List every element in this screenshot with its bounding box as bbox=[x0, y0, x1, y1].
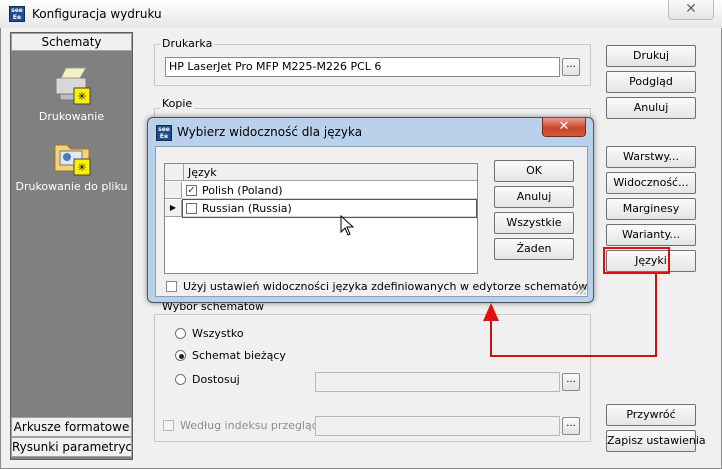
select-all-button[interactable]: Wszystkie bbox=[494, 212, 574, 234]
annotation-arrow-icon bbox=[483, 303, 499, 321]
window-title: Konfiguracja wydruku bbox=[32, 7, 162, 21]
review-index-field bbox=[315, 416, 560, 436]
annotation-line bbox=[490, 318, 492, 357]
printer-icon: ✳ bbox=[55, 67, 91, 105]
see-icon: see Ee bbox=[9, 6, 25, 22]
radio-wszystko-label: Wszystko bbox=[192, 327, 244, 340]
close-icon: ✕ bbox=[558, 119, 570, 134]
language-name: Polish (Poland) bbox=[202, 184, 283, 197]
sidebar-header-schematy[interactable]: Schematy bbox=[11, 33, 132, 51]
layers-button[interactable]: Warstwy... bbox=[606, 146, 696, 168]
annotation-line bbox=[655, 274, 657, 356]
preview-button[interactable]: Podgląd bbox=[606, 71, 696, 93]
column-header-jezyk[interactable]: Język bbox=[183, 164, 477, 181]
copies-group-label: Kopie bbox=[160, 97, 195, 110]
cancel-button[interactable]: Anuluj bbox=[606, 97, 696, 119]
variants-button[interactable]: Warianty... bbox=[606, 224, 696, 246]
language-name: Russian (Russia) bbox=[202, 202, 292, 215]
review-index-label: Według indeksu przeglądu bbox=[180, 419, 326, 432]
close-window-button[interactable]: ✕ bbox=[668, 0, 714, 20]
review-index-browse-button[interactable]: ... bbox=[562, 417, 580, 435]
close-icon: ✕ bbox=[685, 1, 697, 17]
see-icon: see Ee bbox=[156, 125, 172, 141]
sidebar-tab-arkusze-formatowe[interactable]: Arkusze formatowe bbox=[11, 417, 132, 437]
close-dialog-button[interactable]: ✕ bbox=[542, 118, 586, 137]
sidebar-item-drukowanie[interactable]: ✳ bbox=[52, 66, 94, 106]
radio-schemat-biezacy[interactable] bbox=[175, 350, 186, 361]
current-row-indicator-icon: ▶ bbox=[165, 200, 182, 217]
custom-schema-browse-button[interactable]: ... bbox=[562, 373, 580, 391]
sidebar-item-label: Drukowanie do pliku bbox=[15, 180, 128, 193]
print-button[interactable]: Drukuj bbox=[606, 45, 696, 67]
save-settings-button[interactable]: Zapisz ustawienia bbox=[606, 430, 706, 452]
annotation-line bbox=[490, 355, 657, 357]
print-to-file-icon: ✳ bbox=[54, 144, 91, 176]
annotation-highlight-box bbox=[603, 247, 670, 274]
visibility-button[interactable]: Widoczność... bbox=[606, 172, 696, 194]
language-checkbox-polish[interactable]: ✓ bbox=[186, 185, 197, 196]
svg-text:✳: ✳ bbox=[77, 161, 86, 174]
radio-schemat-biezacy-label: Schemat bieżący bbox=[192, 349, 286, 362]
svg-text:✳: ✳ bbox=[77, 90, 86, 103]
use-editor-visibility-label: Użyj ustawień widoczności języka zdefini… bbox=[183, 280, 588, 293]
radio-wszystko[interactable] bbox=[175, 328, 186, 339]
radio-dostosuj[interactable] bbox=[175, 374, 186, 385]
sidebar-tab-rysunki-parametryczne[interactable]: Rysunki parametryczne bbox=[11, 437, 132, 457]
check-icon: ✓ bbox=[187, 185, 196, 196]
printer-browse-button[interactable]: ... bbox=[562, 58, 580, 76]
ok-button[interactable]: OK bbox=[494, 160, 574, 182]
resize-grip-icon[interactable] bbox=[574, 283, 586, 295]
dialog-title: Wybierz widoczność dla języka bbox=[177, 125, 363, 139]
language-checkbox-russian[interactable] bbox=[186, 203, 197, 214]
use-editor-visibility-checkbox[interactable] bbox=[166, 281, 177, 292]
review-index-checkbox[interactable] bbox=[163, 420, 174, 431]
restore-button[interactable]: Przywróć bbox=[606, 404, 696, 426]
printer-group-label: Drukarka bbox=[160, 37, 215, 50]
sidebar-item-label: Drukowanie bbox=[38, 110, 105, 123]
select-none-button[interactable]: Żaden bbox=[494, 238, 574, 260]
sidebar-item-drukowanie-do-pliku[interactable]: ✳ bbox=[52, 137, 94, 177]
printer-select[interactable]: HP LaserJet Pro MFP M225-M226 PCL 6 bbox=[165, 57, 560, 77]
mouse-cursor-icon bbox=[340, 215, 355, 236]
dialog-cancel-button[interactable]: Anuluj bbox=[494, 186, 574, 208]
radio-dostosuj-label: Dostosuj bbox=[192, 373, 240, 386]
margins-button[interactable]: Marginesy bbox=[606, 198, 696, 220]
row-indicator bbox=[165, 182, 182, 199]
custom-schema-field bbox=[315, 372, 560, 392]
